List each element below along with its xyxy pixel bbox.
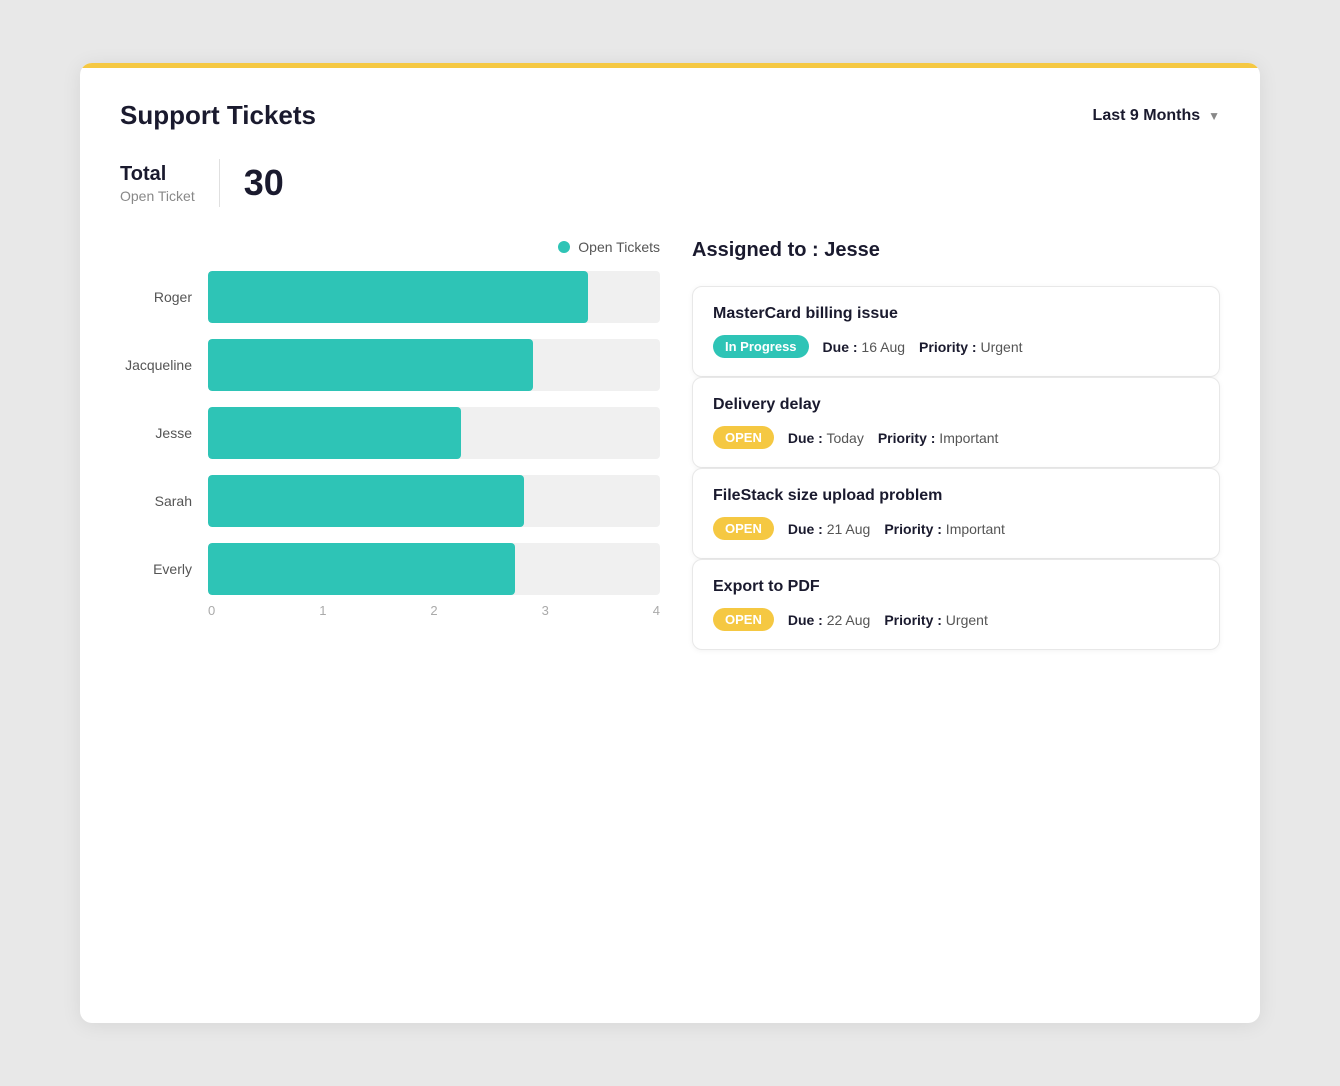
main-card: Support Tickets Last 9 Months ▼ Total Op… xyxy=(80,63,1260,1023)
bar-fill xyxy=(208,271,588,323)
detail-section: Assigned to : Jesse MasterCard billing i… xyxy=(692,239,1220,650)
bar-track[interactable] xyxy=(208,475,660,527)
stat-label-main: Total xyxy=(120,163,195,186)
legend-row: Open Tickets xyxy=(120,239,660,255)
main-content: Open Tickets Roger Jacqueline Jesse Sarah Ev… xyxy=(120,239,1220,650)
ticket-list: MasterCard billing issue In Progress Due :… xyxy=(692,286,1220,650)
stat-label-sub: Open Ticket xyxy=(120,188,195,204)
due-date: Due : 21 Aug xyxy=(788,521,871,537)
ticket-meta: In Progress Due : 16 Aug Priority : Urgent xyxy=(713,335,1199,358)
bar-label: Jesse xyxy=(120,425,192,441)
bar-label: Jacqueline xyxy=(120,357,192,373)
status-badge: In Progress xyxy=(713,335,809,358)
bar-label: Everly xyxy=(120,561,192,577)
bar-row[interactable]: Jesse xyxy=(120,407,660,459)
due-date: Due : 22 Aug xyxy=(788,612,871,628)
axis-label: 3 xyxy=(542,603,549,618)
status-badge: OPEN xyxy=(713,517,774,540)
bar-fill xyxy=(208,543,515,595)
ticket-title: Delivery delay xyxy=(713,396,1199,414)
bar-fill xyxy=(208,339,533,391)
bar-track[interactable] xyxy=(208,407,660,459)
filter-button[interactable]: Last 9 Months ▼ xyxy=(1093,107,1220,125)
due-date: Due : 16 Aug xyxy=(823,339,906,355)
priority: Priority : Important xyxy=(884,521,1005,537)
axis-labels: 0 1 2 3 4 xyxy=(208,603,660,618)
assigned-title: Assigned to : Jesse xyxy=(692,239,1220,262)
status-badge: OPEN xyxy=(713,426,774,449)
chevron-down-icon: ▼ xyxy=(1208,109,1220,123)
ticket-card[interactable]: Export to PDF OPEN Due : 22 Aug Priority : … xyxy=(692,559,1220,650)
due-date: Due : Today xyxy=(788,430,864,446)
stat-block: Total Open Ticket xyxy=(120,163,195,204)
ticket-card[interactable]: MasterCard billing issue In Progress Due :… xyxy=(692,286,1220,377)
stat-divider xyxy=(219,159,220,207)
ticket-meta: OPEN Due : 22 Aug Priority : Urgent xyxy=(713,608,1199,631)
axis-label: 1 xyxy=(319,603,326,618)
bar-fill xyxy=(208,475,524,527)
ticket-meta: OPEN Due : Today Priority : Important xyxy=(713,426,1199,449)
axis-label: 2 xyxy=(430,603,437,618)
page-title: Support Tickets xyxy=(120,100,316,131)
axis-label: 4 xyxy=(653,603,660,618)
ticket-card[interactable]: FileStack size upload problem OPEN Due : 2… xyxy=(692,468,1220,559)
ticket-title: Export to PDF xyxy=(713,578,1199,596)
legend-label: Open Tickets xyxy=(578,239,660,255)
bar-track[interactable] xyxy=(208,339,660,391)
status-badge: OPEN xyxy=(713,608,774,631)
priority: Priority : Urgent xyxy=(919,339,1023,355)
ticket-card[interactable]: Delivery delay OPEN Due : Today Priority : … xyxy=(692,377,1220,468)
bar-track[interactable] xyxy=(208,271,660,323)
stat-number: 30 xyxy=(244,162,284,204)
priority: Priority : Important xyxy=(878,430,999,446)
ticket-title: FileStack size upload problem xyxy=(713,487,1199,505)
bar-row[interactable]: Jacqueline xyxy=(120,339,660,391)
bar-label: Roger xyxy=(120,289,192,305)
bar-row[interactable]: Roger xyxy=(120,271,660,323)
stats-row: Total Open Ticket 30 xyxy=(120,159,1220,207)
legend-dot xyxy=(558,241,570,253)
bar-row[interactable]: Sarah xyxy=(120,475,660,527)
ticket-meta: OPEN Due : 21 Aug Priority : Important xyxy=(713,517,1199,540)
chart-section: Open Tickets Roger Jacqueline Jesse Sarah Ev… xyxy=(120,239,660,650)
chart-area: Roger Jacqueline Jesse Sarah Everly xyxy=(120,271,660,595)
header-row: Support Tickets Last 9 Months ▼ xyxy=(120,100,1220,131)
priority: Priority : Urgent xyxy=(884,612,988,628)
bar-fill xyxy=(208,407,461,459)
ticket-title: MasterCard billing issue xyxy=(713,305,1199,323)
bar-track[interactable] xyxy=(208,543,660,595)
bar-row[interactable]: Everly xyxy=(120,543,660,595)
bar-label: Sarah xyxy=(120,493,192,509)
axis-label: 0 xyxy=(208,603,215,618)
filter-label: Last 9 Months xyxy=(1093,107,1201,125)
chart-axis: 0 1 2 3 4 xyxy=(208,603,660,618)
